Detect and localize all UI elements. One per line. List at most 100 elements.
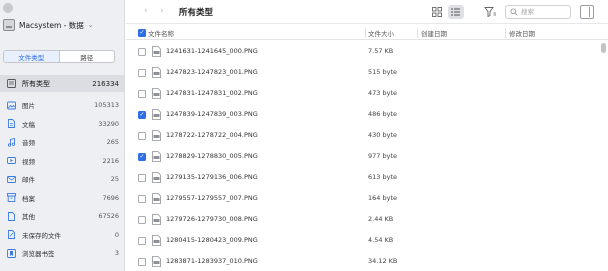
row-checkbox[interactable] — [138, 69, 146, 77]
mail-icon — [7, 175, 16, 184]
row-checkbox[interactable] — [138, 111, 146, 119]
page-title: 所有类型 — [179, 8, 214, 18]
sidebar-item-count: 25 — [110, 175, 119, 184]
png-file-icon — [152, 46, 161, 57]
file-size: 473 byte — [368, 89, 397, 97]
file-name: 1278722-1278722_004.PNG — [166, 131, 258, 139]
column-divider[interactable] — [365, 28, 366, 38]
row-checkbox[interactable] — [138, 216, 146, 224]
forward-arrow-icon[interactable]: › — [160, 6, 164, 16]
table-row[interactable]: 1279726-1279730_008.PNG 2.44 KB — [126, 209, 604, 230]
file-size: 164 byte — [368, 194, 397, 202]
sidebar-item-count: 105313 — [94, 101, 119, 110]
row-checkbox[interactable] — [138, 258, 146, 266]
sidebar-item-other[interactable]: 其他 67526 — [0, 207, 125, 226]
file-size: 613 byte — [368, 173, 397, 181]
sidebar-item-archives[interactable]: 档案 7696 — [0, 189, 125, 208]
file-name: 1283871-1283937_010.PNG — [166, 257, 258, 265]
list-icon — [451, 8, 460, 16]
select-all-checkbox[interactable] — [138, 28, 146, 38]
scrollbar-thumb[interactable] — [601, 43, 606, 53]
bookmark-icon — [7, 248, 16, 258]
table-row[interactable]: 1247839-1247839_003.PNG 486 byte — [126, 104, 604, 125]
file-name: 1280415-1280423_009.PNG — [166, 236, 258, 244]
sidebar-item-all-types[interactable]: 所有类型 216334 — [0, 75, 125, 92]
checkbox[interactable] — [138, 29, 146, 37]
table-row[interactable]: 1279557-1279557_007.PNG 164 byte — [126, 188, 604, 209]
sidebar-item-count: 33290 — [98, 119, 119, 128]
sidebar-item-mail[interactable]: 邮件 25 — [0, 170, 125, 189]
tab-path[interactable]: 路径 — [60, 51, 115, 62]
column-divider[interactable] — [417, 28, 418, 38]
unsaved-file-icon — [7, 230, 16, 240]
sidebar-item-count: 3 — [114, 249, 119, 258]
table-row[interactable]: 1247823-1247823_001.PNG 515 byte — [126, 62, 604, 83]
column-divider[interactable] — [505, 28, 506, 38]
file-name: 1278829-1278830_005.PNG — [166, 152, 258, 160]
table-row[interactable]: 1278722-1278722_004.PNG 430 byte — [126, 125, 604, 146]
png-file-icon — [152, 88, 161, 99]
list-view-button[interactable] — [448, 5, 464, 19]
tab-file-type[interactable]: 文件类型 — [4, 51, 60, 62]
all-types-icon — [7, 79, 16, 88]
sidebar-item-unsaved-files[interactable]: 未保存的文件 0 — [0, 226, 125, 245]
png-file-icon — [152, 151, 161, 162]
table-row[interactable]: 1280415-1280423_009.PNG 4.54 KB — [126, 230, 604, 251]
file-size: 486 byte — [368, 110, 397, 118]
row-checkbox[interactable] — [138, 153, 146, 161]
table-row[interactable]: 1247831-1247831_002.PNG 473 byte — [126, 83, 604, 104]
sidebar-item-video[interactable]: 视频 2216 — [0, 152, 125, 171]
column-header-size[interactable]: 文件大小 — [368, 28, 394, 38]
row-checkbox[interactable] — [138, 174, 146, 182]
back-arrow-icon[interactable]: ‹ — [144, 6, 148, 16]
sidebar-item-label: 邮件 — [22, 176, 35, 185]
file-name: 1279726-1279730_008.PNG — [166, 215, 258, 223]
row-checkbox[interactable] — [138, 132, 146, 140]
row-checkbox[interactable] — [138, 48, 146, 56]
sidebar-item-label: 图片 — [22, 102, 35, 111]
file-size: 34.12 KB — [368, 257, 398, 265]
png-file-icon — [152, 130, 161, 141]
file-size: 2.44 KB — [368, 215, 394, 223]
search-box — [505, 5, 571, 19]
file-size: 7.57 KB — [368, 47, 394, 55]
file-size: 977 byte — [368, 152, 397, 160]
toggle-sidebar-button[interactable] — [580, 5, 594, 19]
table-row[interactable]: 1283871-1283937_010.PNG 34.12 KB — [126, 251, 604, 271]
sidebar-item-count: 7696 — [102, 193, 119, 202]
file-name: 1247839-1247839_003.PNG — [166, 110, 258, 118]
grid-view-button[interactable] — [430, 5, 444, 19]
vertical-scrollbar[interactable] — [601, 41, 606, 267]
column-header-name[interactable]: 文件名称 — [148, 28, 174, 38]
table-row[interactable]: 1278829-1278830_005.PNG 977 byte — [126, 146, 604, 167]
png-file-icon — [152, 67, 161, 78]
row-checkbox[interactable] — [138, 237, 146, 245]
window-control[interactable] — [3, 3, 13, 13]
sidebar-item-label: 档案 — [22, 194, 35, 203]
filter-button[interactable] — [483, 5, 497, 19]
sidebar-item-count: 265 — [106, 138, 119, 147]
music-icon — [7, 137, 16, 147]
column-header-modified[interactable]: 修改日期 — [509, 28, 535, 38]
view-mode-segmented-control: 文件类型 路径 — [3, 50, 115, 63]
sidebar-item-label: 所有类型 — [22, 79, 50, 88]
search-input[interactable] — [521, 8, 569, 16]
row-checkbox[interactable] — [138, 195, 146, 203]
table-row[interactable]: 1241631-1241645_000.PNG 7.57 KB — [126, 41, 604, 62]
column-header-created[interactable]: 创建日期 — [421, 28, 447, 38]
sidebar-item-browser-bookmarks[interactable]: 浏览器书签 3 — [0, 244, 125, 263]
file-size: 4.54 KB — [368, 236, 394, 244]
table-row[interactable]: 1279135-1279136_006.PNG 613 byte — [126, 167, 604, 188]
sidebar-item-label: 未保存的文件 — [22, 231, 61, 240]
row-checkbox[interactable] — [138, 90, 146, 98]
sidebar-item-documents[interactable]: 文稿 33290 — [0, 115, 125, 134]
file-size: 515 byte — [368, 68, 397, 76]
chevron-down-icon: ⌄ — [87, 21, 94, 29]
png-file-icon — [152, 235, 161, 246]
sidebar-item-count: 2216 — [102, 156, 119, 165]
sidebar-item-images[interactable]: 图片 105313 — [0, 96, 125, 115]
file-name: 1247831-1247831_002.PNG — [166, 89, 258, 97]
sidebar-item-audio[interactable]: 音频 265 — [0, 133, 125, 152]
device-selector[interactable]: Macsystem - 数据 ⌄ — [3, 18, 94, 32]
table-header: 文件名称 文件大小 创建日期 修改日期 — [126, 25, 608, 40]
